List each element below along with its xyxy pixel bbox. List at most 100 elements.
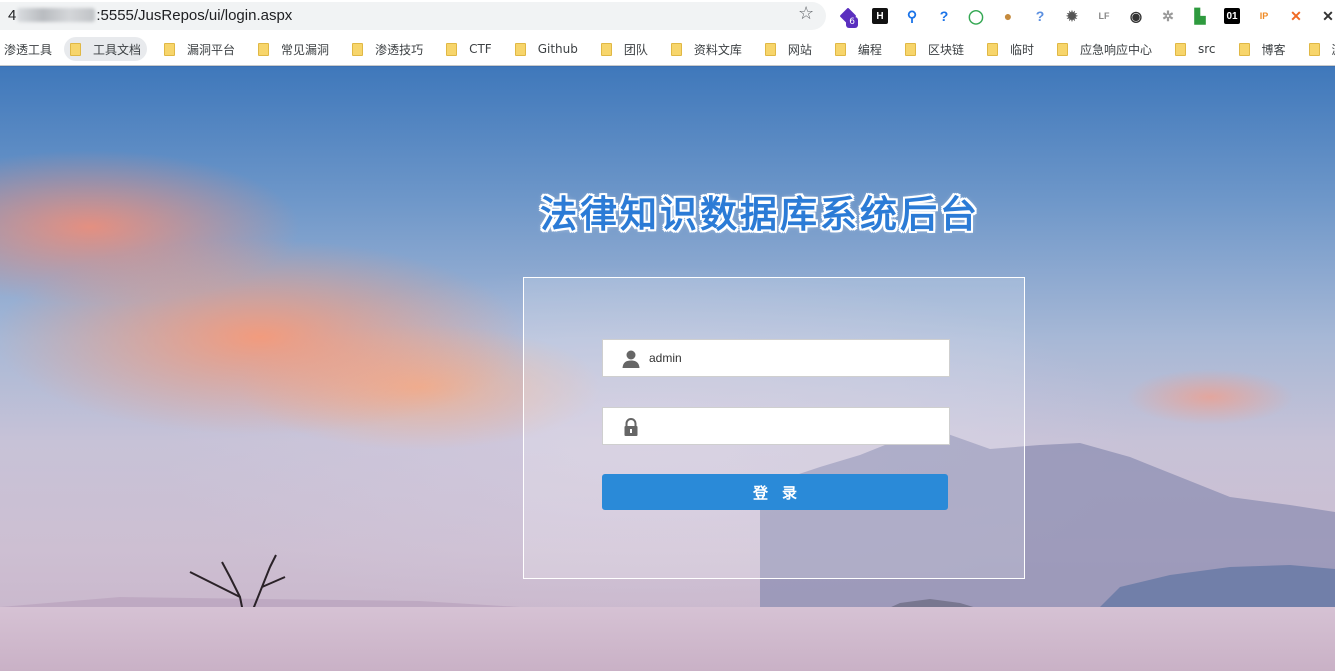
folder-icon xyxy=(1174,42,1186,56)
folder-icon xyxy=(670,42,682,56)
bookmark-item[interactable]: 区块链 xyxy=(899,37,970,61)
address-bar-text: 4 :5555/JusRepos/ui/login.aspx xyxy=(8,7,292,24)
url-host-prefix: 4 xyxy=(8,7,17,24)
folder-icon xyxy=(514,42,526,56)
folder-icon xyxy=(352,42,364,56)
extension-h-icon-glyph: H xyxy=(872,8,888,24)
extension-x-icon-glyph: ✕ xyxy=(1322,7,1334,24)
bookmark-label: 资料文库 xyxy=(693,42,742,57)
folder-icon xyxy=(986,42,998,56)
bookmark-item[interactable]: src xyxy=(1169,37,1222,61)
folder-icon xyxy=(1056,42,1068,56)
bookmark-item[interactable]: 漏洞平台 xyxy=(158,37,241,61)
extension-ring-icon-glyph: ◯ xyxy=(968,7,984,24)
folder-icon xyxy=(904,42,916,56)
user-icon xyxy=(622,350,640,368)
star-icon[interactable]: ☆ xyxy=(798,3,814,24)
bookmark-label: 工具文档 xyxy=(93,42,142,57)
password-input[interactable] xyxy=(649,414,939,438)
lock-icon xyxy=(624,418,638,436)
bookmark-item[interactable]: 漏洞跟踪 xyxy=(1303,37,1335,61)
extension-spoke-icon-glyph: ✲ xyxy=(1162,7,1174,24)
folder-icon xyxy=(600,42,612,56)
folder-icon xyxy=(834,42,846,56)
login-page: 法律知识数据库系统后台 登录 xyxy=(0,67,1335,671)
bookmark-item[interactable]: 资料文库 xyxy=(665,37,748,61)
bookmark-label: 应急响应中心 xyxy=(1079,42,1152,57)
page-title: 法律知识数据库系统后台 xyxy=(540,192,980,236)
login-form: 登录 xyxy=(523,277,1025,579)
extension-diamond-icon[interactable]: 6 xyxy=(832,4,864,28)
extension-gear-icon-glyph: ✹ xyxy=(1066,7,1078,24)
browser-toolbar: 4 :5555/JusRepos/ui/login.aspx ☆ 6 H ⚲? ◯ ●? ✹… xyxy=(0,0,1335,33)
bookmark-item[interactable]: 渗透技巧 xyxy=(346,37,429,61)
bookmark-label: 团队 xyxy=(623,42,648,57)
bookmark-label: 区块链 xyxy=(927,42,964,57)
bookmark-item[interactable]: 工具文档 xyxy=(64,37,148,61)
username-field[interactable] xyxy=(602,339,950,377)
extension-x-icon[interactable]: ✕ xyxy=(1312,4,1335,28)
login-button[interactable]: 登录 xyxy=(602,474,948,510)
url-path: :5555/JusRepos/ui/login.aspx xyxy=(96,7,293,24)
extension-mask-icon-glyph: ◉ xyxy=(1129,7,1143,24)
bookmark-item[interactable]: 临时 xyxy=(981,37,1040,61)
extension-mask-icon[interactable]: ◉ xyxy=(1120,4,1152,28)
extension-orange-icon-glyph: ✕ xyxy=(1290,7,1302,24)
extension-cookie-icon[interactable]: ● xyxy=(992,4,1024,28)
bookmark-label: 渗透工具 xyxy=(4,42,53,57)
extension-h-icon[interactable]: H xyxy=(864,4,896,28)
bookmark-item[interactable]: 博客 xyxy=(1233,37,1292,61)
extension-spoke-icon[interactable]: ✲ xyxy=(1152,4,1184,28)
bookmark-item[interactable]: 常见漏洞 xyxy=(252,37,335,61)
bookmark-item[interactable]: 团队 xyxy=(595,37,654,61)
redacted-host xyxy=(17,8,96,22)
folder-icon xyxy=(1308,42,1320,56)
extension-cookie-icon-glyph: ● xyxy=(1003,8,1013,24)
extension-help-icon-glyph: ? xyxy=(1035,8,1045,24)
lake-surface xyxy=(0,607,1335,671)
bookmark-item[interactable]: 编程 xyxy=(829,37,888,61)
extension-lf-icon[interactable]: LF xyxy=(1088,4,1120,28)
bookmarks-bar: 渗透工具 工具文档 漏洞平台 常见漏洞 渗透技巧 CTF Github 团队 资料文库 网站 编程 区… xyxy=(0,33,1335,66)
extension-leaf-icon-glyph: ▙ xyxy=(1194,7,1206,24)
folder-icon xyxy=(164,42,176,56)
address-bar[interactable]: 4 :5555/JusRepos/ui/login.aspx xyxy=(0,2,826,30)
bookmark-label: 网站 xyxy=(787,42,812,57)
extension-ip-icon-glyph: IP xyxy=(1259,11,1269,21)
password-field[interactable] xyxy=(602,407,950,445)
folder-icon xyxy=(258,42,270,56)
extension-pin-icon[interactable]: ⚲ xyxy=(896,4,928,28)
bookmark-item[interactable]: 应急响应中心 xyxy=(1051,37,1158,61)
bookmark-label: 博客 xyxy=(1261,42,1286,57)
bookmark-label: CTF xyxy=(469,42,492,56)
folder-icon xyxy=(1238,42,1250,56)
folder-icon xyxy=(764,42,776,56)
extension-question-icon-glyph: ? xyxy=(939,8,949,24)
extension-ip-icon[interactable]: IP xyxy=(1248,4,1280,28)
bookmark-label: src xyxy=(1197,42,1216,56)
bookmark-item[interactable]: CTF xyxy=(440,37,498,61)
folder-icon xyxy=(446,42,458,56)
bookmark-item[interactable]: 网站 xyxy=(759,37,818,61)
bookmark-item[interactable]: Github xyxy=(509,37,584,61)
username-input[interactable] xyxy=(649,346,939,370)
bookmark-label: 漏洞跟踪 xyxy=(1332,41,1335,58)
extension-badge: 6 xyxy=(846,17,858,28)
bookmark-label: 渗透技巧 xyxy=(375,42,424,57)
bookmark-label: Github xyxy=(537,42,578,56)
bookmark-label: 常见漏洞 xyxy=(281,42,330,57)
extension-01-icon-glyph: 01 xyxy=(1224,8,1240,24)
bookmark-label: 编程 xyxy=(857,42,882,57)
extension-01-icon[interactable]: 01 xyxy=(1216,4,1248,28)
extension-question-icon[interactable]: ? xyxy=(928,4,960,28)
folder-icon xyxy=(70,42,82,56)
bookmark-label: 临时 xyxy=(1009,42,1034,57)
extension-leaf-icon[interactable]: ▙ xyxy=(1184,4,1216,28)
extension-orange-icon[interactable]: ✕ xyxy=(1280,4,1312,28)
extension-gear-icon[interactable]: ✹ xyxy=(1056,4,1088,28)
bookmark-item[interactable]: 渗透工具 xyxy=(2,37,58,61)
extension-help-icon[interactable]: ? xyxy=(1024,4,1056,28)
extension-ring-icon[interactable]: ◯ xyxy=(960,4,992,28)
extension-lf-icon-glyph: LF xyxy=(1098,11,1110,21)
extensions-bar: 6 H ⚲? ◯ ●? ✹ LF ◉ ✲ ▙ 01 IP ✕ ✕ xyxy=(832,4,1335,28)
